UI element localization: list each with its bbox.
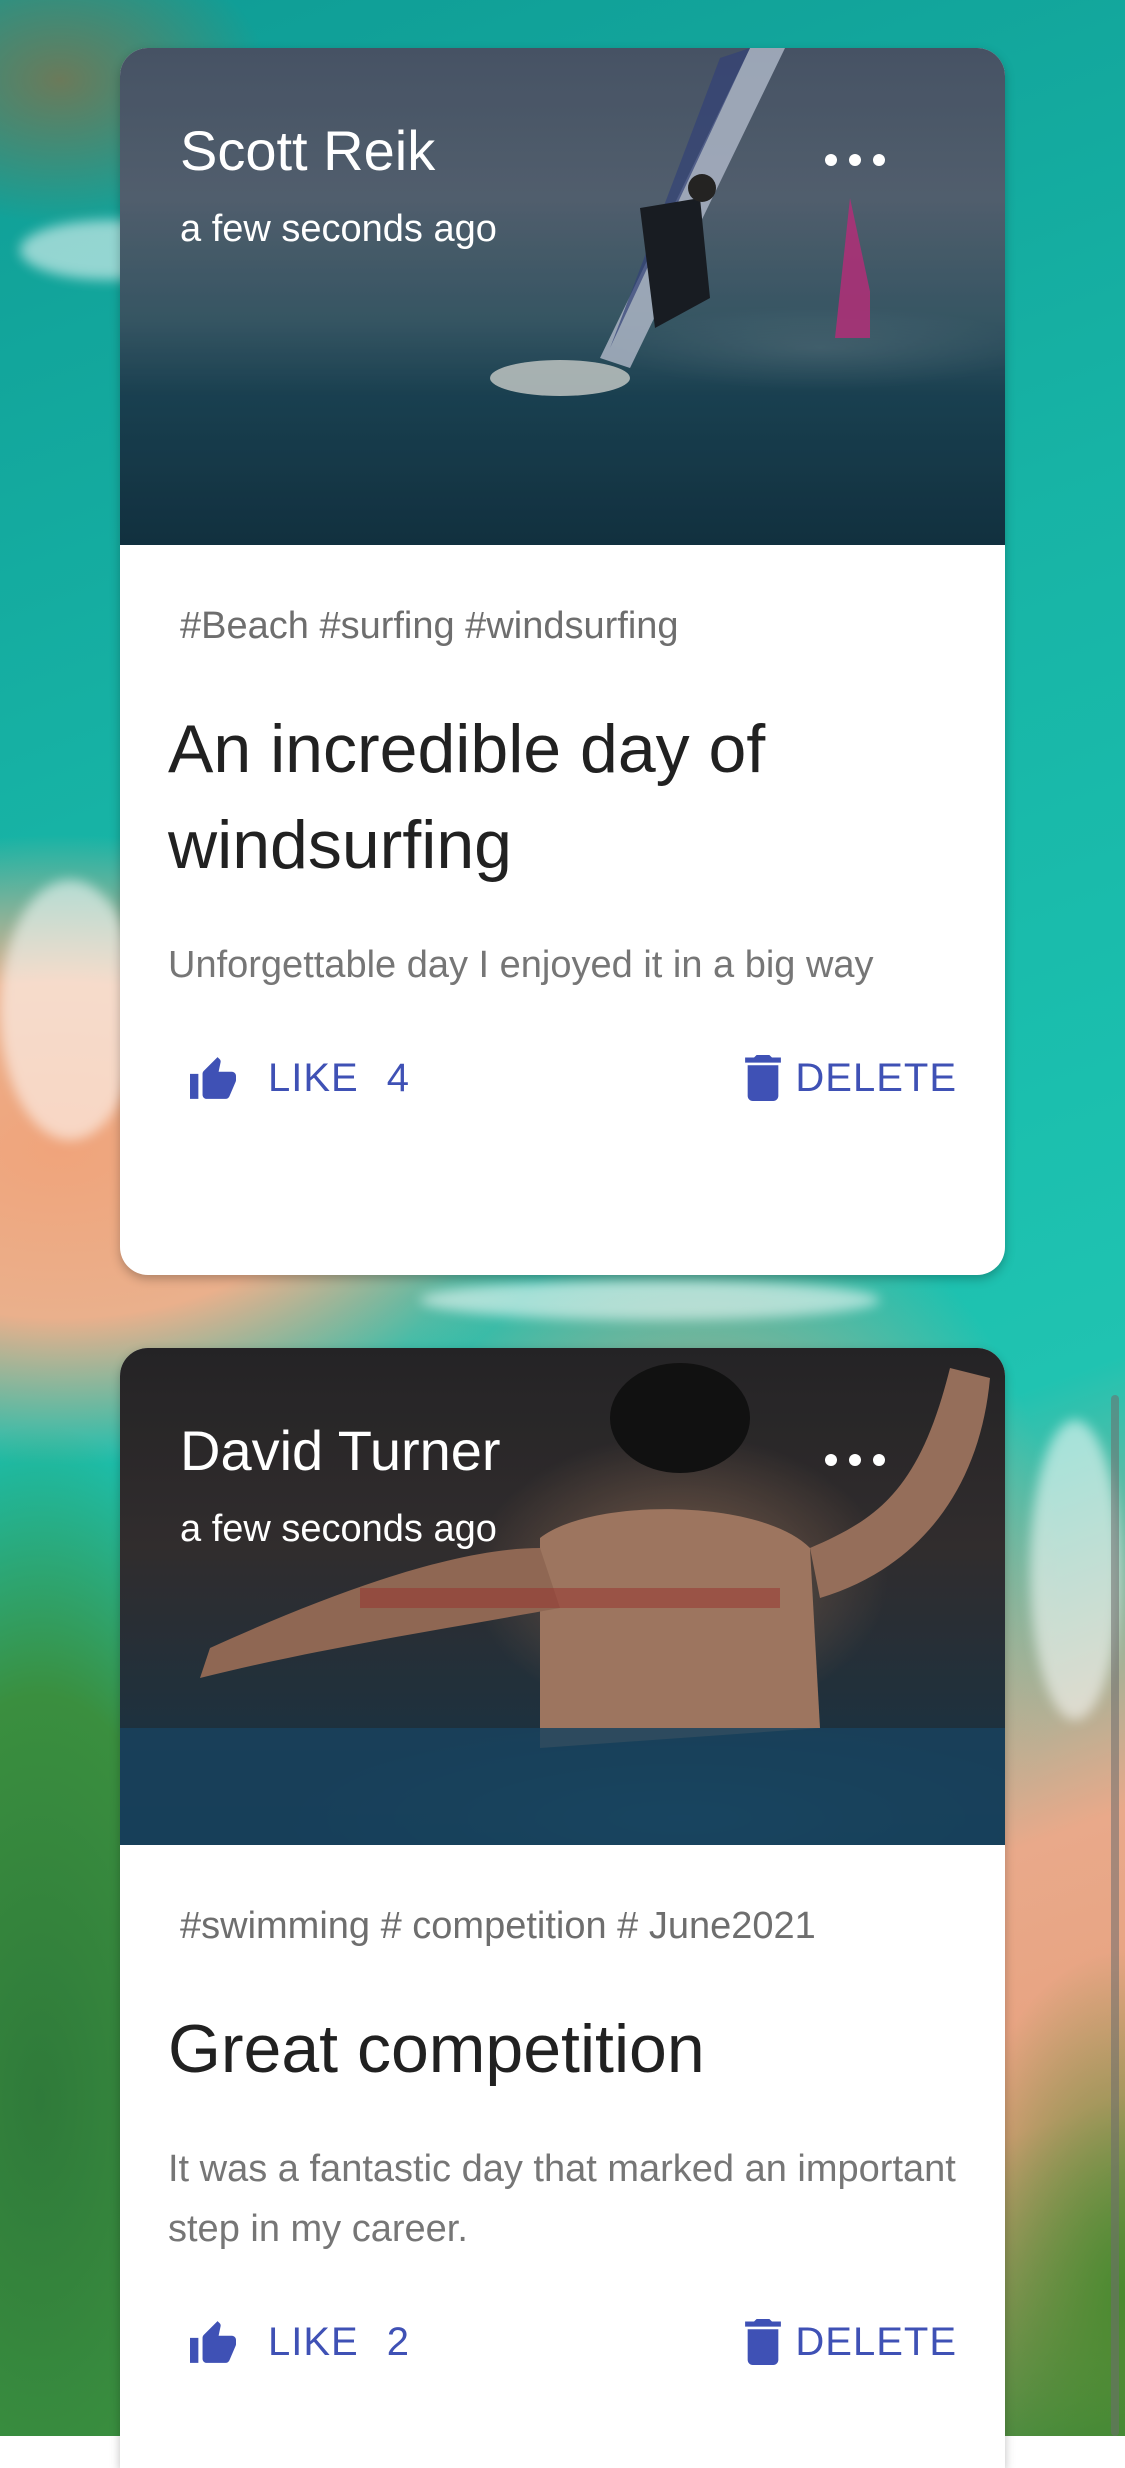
scrollbar[interactable] <box>1111 1395 1119 2436</box>
post-image: Scott Reik a few seconds ago <box>120 48 1005 545</box>
like-button[interactable]: LIKE 4 <box>186 1055 410 1101</box>
more-dot <box>825 1454 837 1466</box>
like-label: LIKE <box>268 2319 359 2364</box>
post-image: David Turner a few seconds ago <box>120 1348 1005 1845</box>
trash-icon <box>745 2319 782 2365</box>
thumb-up-icon <box>190 1057 236 1099</box>
more-dot <box>873 1454 885 1466</box>
more-options-icon[interactable] <box>825 148 885 172</box>
like-count: 2 <box>386 2319 410 2364</box>
like-count: 4 <box>386 1055 410 1100</box>
post-tags: #swimming # competition # June2021 <box>180 1905 816 1947</box>
more-dot <box>825 154 837 166</box>
delete-label: DELETE <box>795 2319 957 2364</box>
more-dot <box>849 154 861 166</box>
card-content: #swimming # competition # June2021 Great… <box>120 1845 1005 2410</box>
post-description: It was a fantastic day that marked an im… <box>168 2148 956 2250</box>
post-time: a few seconds ago <box>180 208 497 250</box>
delete-button[interactable]: DELETE <box>745 1055 957 1101</box>
more-options-icon[interactable] <box>825 1448 885 1472</box>
card-content: #Beach #surfing #windsurfing An incredib… <box>120 545 1005 1146</box>
wave-foam <box>420 1280 880 1320</box>
post-tags: #Beach #surfing #windsurfing <box>180 605 679 647</box>
post-card: Scott Reik a few seconds ago #Beach #sur… <box>120 48 1005 1275</box>
post-title: Great competition <box>168 2011 705 2087</box>
delete-label: DELETE <box>795 1055 957 1100</box>
wave-foam <box>1030 1420 1120 1720</box>
card-actions: LIKE 4 DELETE <box>168 995 957 1146</box>
wave-foam <box>0 880 140 1140</box>
like-button[interactable]: LIKE 2 <box>186 2319 410 2365</box>
like-label: LIKE <box>268 1055 359 1100</box>
post-time: a few seconds ago <box>180 1508 497 1550</box>
delete-button[interactable]: DELETE <box>745 2319 957 2365</box>
post-author: David Turner <box>180 1419 501 1482</box>
thumb-up-icon <box>190 2321 236 2363</box>
post-description: Unforgettable day I enjoyed it in a big … <box>168 944 874 986</box>
more-dot <box>849 1454 861 1466</box>
post-author: Scott Reik <box>180 119 436 182</box>
more-dot <box>873 154 885 166</box>
card-actions: LIKE 2 DELETE <box>168 2259 957 2410</box>
trash-icon <box>745 1055 782 1101</box>
post-title: An incredible day of windsurfing <box>168 711 766 883</box>
post-card: David Turner a few seconds ago #swimming… <box>120 1348 1005 2468</box>
